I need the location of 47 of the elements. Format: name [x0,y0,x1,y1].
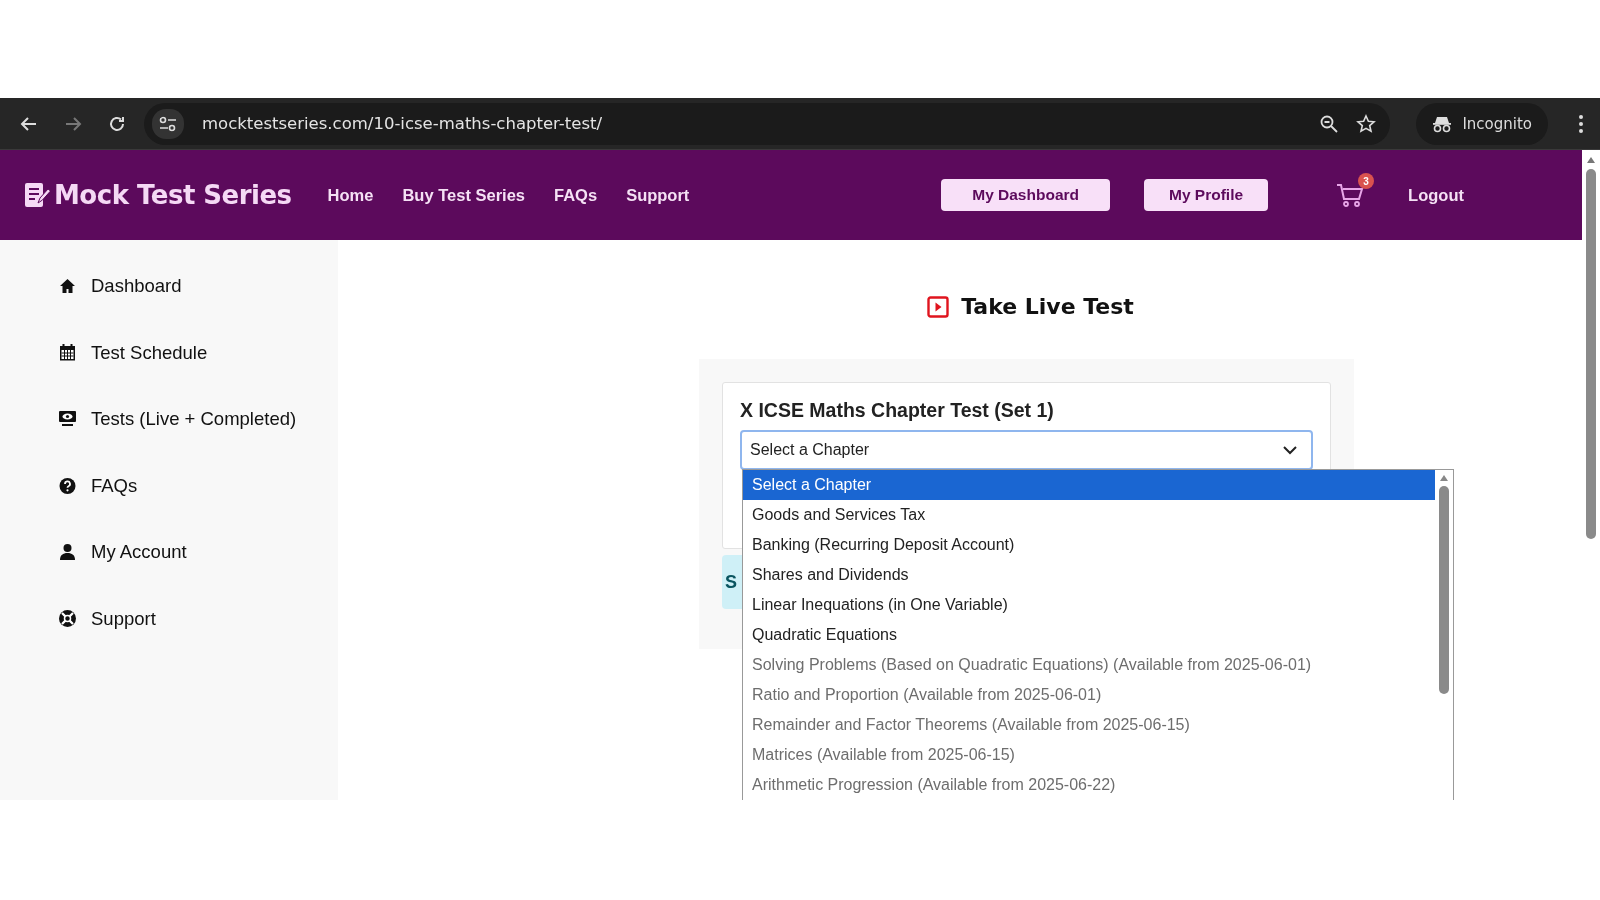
chevron-down-icon [1283,445,1297,455]
sidebar-link[interactable]: My Account [91,541,187,564]
monitor-eye-icon [59,411,76,428]
url-text: mocktestseries.com/10-icse-maths-chapter-test/ [202,114,603,133]
address-bar[interactable]: mocktestseries.com/10-icse-maths-chapter-test/ [144,102,1391,145]
dropdown-option[interactable]: Banking (Recurring Deposit Account) [743,530,1435,560]
back-icon[interactable] [20,114,38,133]
incognito-badge[interactable]: Incognito [1416,102,1548,145]
bookmark-star-icon[interactable] [1356,113,1377,134]
sidebar-link[interactable]: FAQs [91,474,138,497]
site-settings-icon[interactable] [152,108,184,139]
page-title: Take Live Test [961,294,1134,319]
site-logo-text[interactable]: Mock Test Series [54,180,292,210]
nav-link[interactable]: Home [327,185,374,205]
dropdown-option[interactable]: Quadratic Equations [743,620,1435,650]
header-button[interactable]: My Dashboard [941,179,1111,211]
menu-icon[interactable] [1578,113,1584,134]
dropdown-option[interactable]: Select a Chapter [743,470,1435,500]
test-name: X ICSE Maths Chapter Test (Set 1) [740,399,1055,422]
nav-link[interactable]: Support [626,185,690,205]
play-icon [927,295,950,318]
user-icon [59,544,76,561]
incognito-label: Incognito [1462,114,1532,133]
logo-icon [24,181,50,209]
header-button[interactable]: My Profile [1144,179,1269,211]
cart-count-badge: 3 [1358,173,1375,189]
calendar-icon [59,344,76,362]
logout-link[interactable]: Logout [1408,185,1464,205]
scroll-up-icon[interactable] [1586,156,1596,164]
reload-icon[interactable] [108,114,126,133]
sidebar-link[interactable]: Dashboard [91,275,182,298]
nav-link[interactable]: Buy Test Series [402,185,525,205]
incognito-icon [1432,114,1453,133]
cart-icon[interactable] [1336,182,1365,208]
nav-link[interactable]: FAQs [554,185,598,205]
lifebuoy-icon [59,610,76,628]
dropdown-option[interactable]: Shares and Dividends [743,560,1435,590]
zoom-out-icon[interactable] [1320,114,1339,133]
dropdown-option[interactable]: Goods and Services Tax [743,500,1435,530]
question-icon [59,477,76,494]
forward-icon[interactable] [64,114,82,133]
sidebar-link[interactable]: Support [91,607,156,630]
sidebar-link[interactable]: Test Schedule [91,341,208,364]
home-icon [59,278,76,295]
dropdown-option[interactable]: Linear Inequations (in One Variable) [743,590,1435,620]
scroll-up-icon[interactable] [1439,474,1449,482]
sidebar-link[interactable]: Tests (Live + Completed) [91,408,297,431]
